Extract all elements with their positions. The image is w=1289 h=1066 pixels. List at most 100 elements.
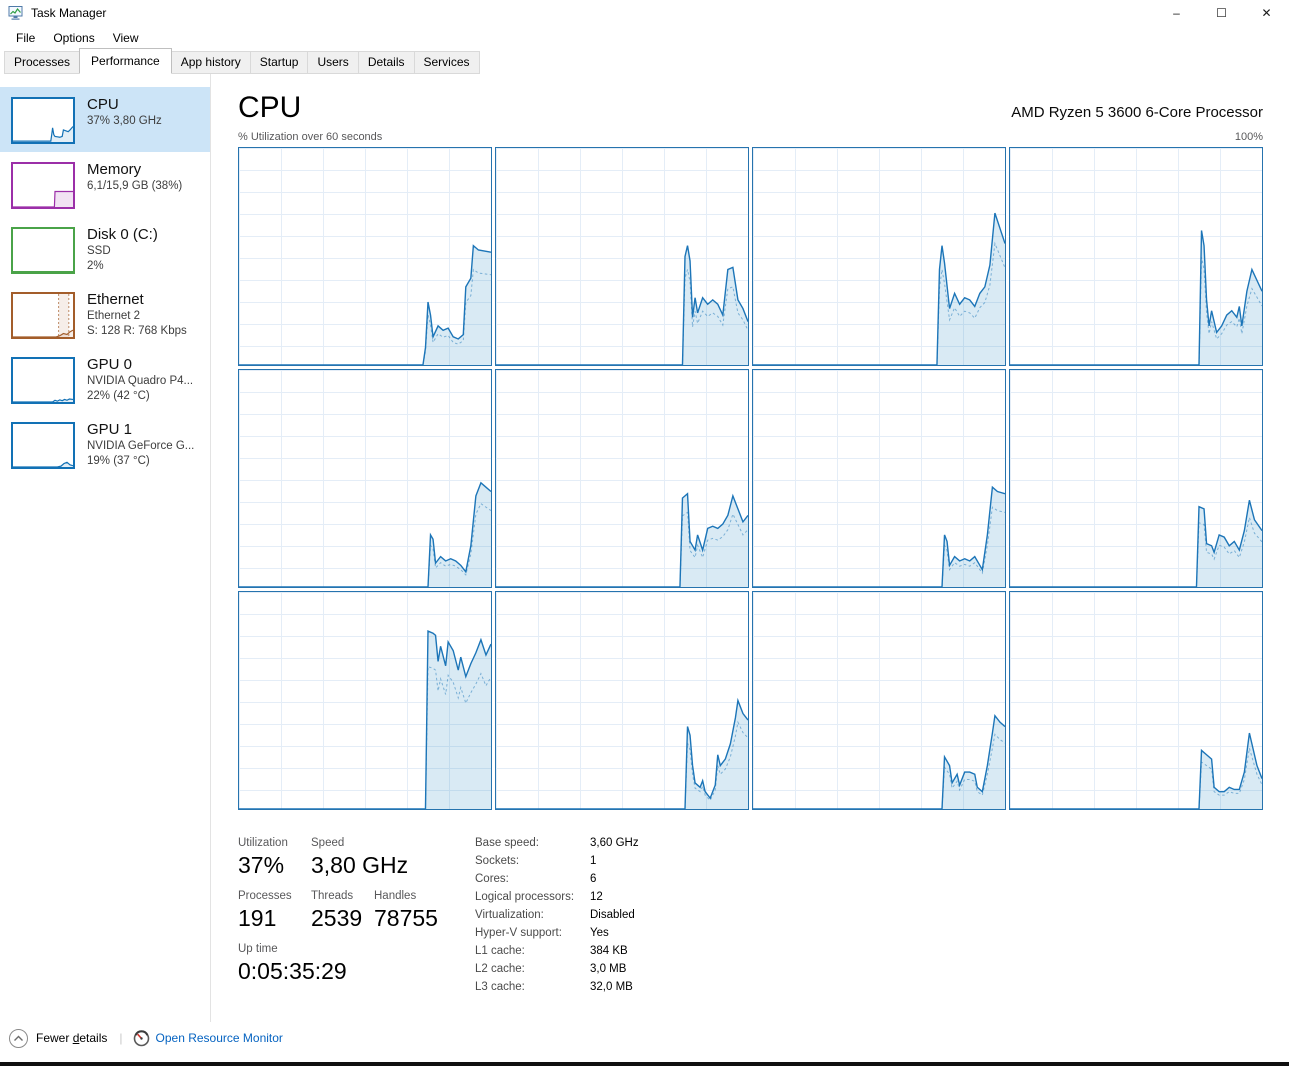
sidebar-item-disk-0[interactable]: Disk 0 (C:) SSD 2% bbox=[0, 217, 210, 282]
speed-value: 3,80 GHz bbox=[311, 852, 409, 878]
menu-options[interactable]: Options bbox=[44, 28, 103, 48]
stat-label: Speed bbox=[311, 837, 345, 849]
cpu-core-graphs-grid bbox=[238, 147, 1263, 810]
detail-label-virtualization: Virtualization: bbox=[475, 909, 544, 921]
big-stats: Utilization Speed 37% 3,80 GHz Processes… bbox=[238, 836, 443, 994]
performance-sidebar: CPU 37% 3,80 GHz Memory 6,1/15,9 GB (38%) Di… bbox=[0, 74, 211, 1022]
stat-label: Handles bbox=[374, 890, 417, 902]
sidebar-item-ethernet[interactable]: Ethernet Ethernet 2 S: 128 R: 768 Kbps bbox=[0, 282, 210, 347]
sidebar-item-subtitle: 22% (42 °C) bbox=[87, 390, 150, 402]
sidebar-mini-graph-disk-0 bbox=[11, 227, 75, 274]
sidebar-mini-graph-ethernet bbox=[11, 292, 75, 339]
cpu-graph-logical-processor-11[interactable] bbox=[752, 591, 1006, 810]
sidebar-item-title: GPU 1 bbox=[87, 421, 133, 438]
sidebar-item-text: Ethernet Ethernet 2 S: 128 R: 768 Kbps bbox=[87, 290, 187, 339]
detail-label-l1-cache: L1 cache: bbox=[475, 945, 525, 957]
sidebar-item-subtitle: NVIDIA Quadro P4... bbox=[87, 375, 194, 387]
detail-label-base-speed: Base speed: bbox=[475, 837, 539, 849]
threads-value: 2539 bbox=[311, 905, 363, 931]
tab-app-history[interactable]: App history bbox=[170, 51, 251, 74]
menu-view[interactable]: View bbox=[104, 28, 148, 48]
sidebar-item-text: CPU 37% 3,80 GHz bbox=[87, 95, 162, 129]
sidebar-item-subtitle: Ethernet 2 bbox=[87, 310, 141, 322]
uptime-value: 0:05:35:29 bbox=[238, 958, 347, 984]
sidebar-item-memory[interactable]: Memory 6,1/15,9 GB (38%) bbox=[0, 152, 210, 217]
sidebar-item-subtitle: 37% 3,80 GHz bbox=[87, 115, 162, 127]
tab-processes[interactable]: Processes bbox=[4, 51, 81, 74]
detail-label-sockets: Sockets: bbox=[475, 855, 520, 867]
menu-file[interactable]: File bbox=[7, 28, 44, 48]
stat-label: Threads bbox=[311, 890, 354, 902]
handles-value: 78755 bbox=[374, 905, 438, 931]
cpu-stats: Utilization Speed 37% 3,80 GHz Processes… bbox=[238, 836, 1263, 994]
stat-label: Utilization bbox=[238, 837, 288, 849]
page-title: CPU bbox=[238, 91, 302, 124]
sidebar-item-cpu[interactable]: CPU 37% 3,80 GHz bbox=[0, 87, 210, 152]
cpu-graph-logical-processor-12[interactable] bbox=[1009, 591, 1263, 810]
footer-divider: | bbox=[119, 1031, 123, 1045]
chevron-up-icon bbox=[9, 1028, 28, 1048]
cpu-graph-logical-processor-7[interactable] bbox=[752, 369, 1006, 588]
tab-startup[interactable]: Startup bbox=[249, 51, 309, 74]
stat-label: Processes bbox=[238, 890, 292, 902]
sidebar-item-subtitle: 19% (37 °C) bbox=[87, 455, 150, 467]
cpu-graph-logical-processor-9[interactable] bbox=[238, 591, 492, 810]
cpu-graph-logical-processor-4[interactable] bbox=[1009, 147, 1263, 366]
sidebar-mini-graph-memory bbox=[11, 162, 75, 209]
detail-value-logical-processors: 12 bbox=[590, 891, 603, 903]
sidebar-item-title: Ethernet bbox=[87, 291, 144, 308]
detail-value-hyper-v-support: Yes bbox=[590, 927, 609, 939]
cpu-graph-logical-processor-5[interactable] bbox=[238, 369, 492, 588]
sidebar-mini-graph-gpu-0 bbox=[11, 357, 75, 404]
chart-caption: % Utilization over 60 seconds bbox=[238, 131, 383, 143]
sidebar-item-title: GPU 0 bbox=[87, 356, 133, 373]
open-resource-monitor-link[interactable]: Open Resource Monitor bbox=[156, 1031, 283, 1045]
sidebar-item-subtitle: SSD bbox=[87, 245, 111, 257]
titlebar: Task Manager – ☐ ✕ bbox=[0, 0, 1289, 26]
cpu-graph-logical-processor-8[interactable] bbox=[1009, 369, 1263, 588]
tab-performance[interactable]: Performance bbox=[79, 48, 172, 74]
cpu-graph-logical-processor-2[interactable] bbox=[495, 147, 749, 366]
maximize-button[interactable]: ☐ bbox=[1199, 0, 1244, 26]
processes-value: 191 bbox=[238, 905, 277, 931]
tab-details[interactable]: Details bbox=[357, 51, 415, 74]
sidebar-item-title: Disk 0 (C:) bbox=[87, 226, 158, 243]
sidebar-item-subtitle: NVIDIA GeForce G... bbox=[87, 440, 195, 452]
cpu-graph-logical-processor-6[interactable] bbox=[495, 369, 749, 588]
tab-strip: Processes Performance App history Startup Us… bbox=[0, 48, 1289, 74]
sidebar-mini-graph-cpu bbox=[11, 97, 75, 144]
detail-value-l2-cache: 3,0 MB bbox=[590, 963, 627, 975]
sidebar-item-gpu-1[interactable]: GPU 1 NVIDIA GeForce G... 19% (37 °C) bbox=[0, 412, 210, 477]
chart-max-label: 100% bbox=[1234, 131, 1263, 143]
sidebar-item-text: Disk 0 (C:) SSD 2% bbox=[87, 225, 158, 274]
sidebar-item-gpu-0[interactable]: GPU 0 NVIDIA Quadro P4... 22% (42 °C) bbox=[0, 347, 210, 412]
detail-value-virtualization: Disabled bbox=[590, 909, 635, 921]
cpu-header: CPU AMD Ryzen 5 3600 6-Core Processor bbox=[238, 90, 1263, 126]
close-button[interactable]: ✕ bbox=[1244, 0, 1289, 26]
detail-value-base-speed: 3,60 GHz bbox=[590, 837, 639, 849]
detail-label-l3-cache: L3 cache: bbox=[475, 981, 525, 993]
task-manager-app-icon bbox=[8, 6, 23, 20]
tab-services[interactable]: Services bbox=[413, 51, 480, 74]
detail-value-sockets: 1 bbox=[590, 855, 597, 867]
sidebar-item-subtitle: 6,1/15,9 GB (38%) bbox=[87, 180, 183, 192]
detail-label-l2-cache: L2 cache: bbox=[475, 963, 525, 975]
cpu-graph-logical-processor-1[interactable] bbox=[238, 147, 492, 366]
detail-label-logical-processors: Logical processors: bbox=[475, 891, 575, 903]
fewer-details-label: Fewer details bbox=[36, 1031, 108, 1045]
task-manager-window: Task Manager – ☐ ✕ File Options View Proce… bbox=[0, 0, 1289, 1066]
detail-value-l3-cache: 32,0 MB bbox=[590, 981, 633, 993]
window-title: Task Manager bbox=[31, 6, 107, 20]
detail-value-cores: 6 bbox=[590, 873, 597, 885]
content-area: CPU 37% 3,80 GHz Memory 6,1/15,9 GB (38%) Di… bbox=[0, 74, 1289, 1022]
cpu-graph-logical-processor-3[interactable] bbox=[752, 147, 1006, 366]
window-bottom-edge bbox=[0, 1062, 1289, 1066]
tab-users[interactable]: Users bbox=[307, 51, 359, 74]
minimize-button[interactable]: – bbox=[1154, 0, 1199, 26]
stat-label: Up time bbox=[238, 943, 278, 955]
sidebar-item-text: GPU 0 NVIDIA Quadro P4... 22% (42 °C) bbox=[87, 355, 193, 404]
cpu-panel: CPU AMD Ryzen 5 3600 6-Core Processor % … bbox=[211, 74, 1289, 1022]
chart-caption-row: % Utilization over 60 seconds 100% bbox=[238, 130, 1263, 144]
cpu-graph-logical-processor-10[interactable] bbox=[495, 591, 749, 810]
fewer-details-button[interactable]: Fewer details bbox=[9, 1028, 108, 1048]
